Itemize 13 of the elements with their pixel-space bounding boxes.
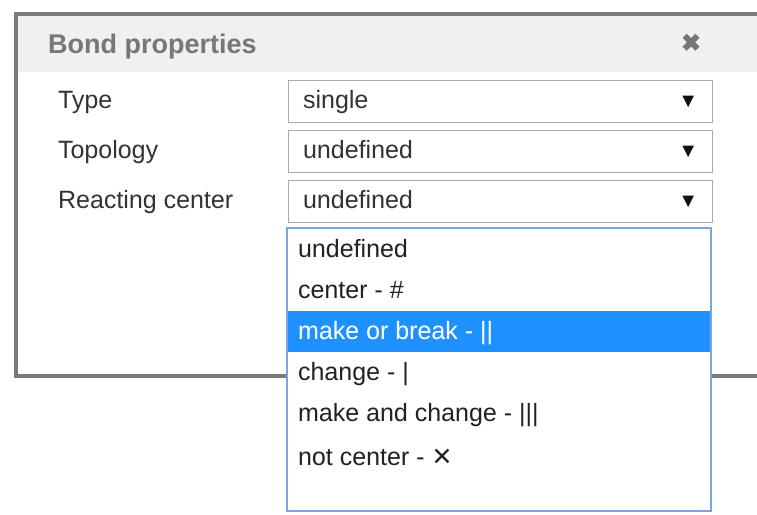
field-label: Type	[58, 85, 114, 116]
dropdown-option[interactable]: change - |	[288, 352, 710, 393]
dropdown-option[interactable]: center - #	[288, 270, 710, 311]
field-label: Topology	[58, 135, 160, 166]
close-icon[interactable]: ✖	[681, 32, 701, 56]
dropdown-option[interactable]: make and change - |||	[288, 393, 710, 434]
dropdown-option[interactable]: undefined	[288, 229, 710, 270]
select-field[interactable]: single ▼	[288, 80, 713, 122]
select-field[interactable]: undefined ▼	[288, 180, 713, 222]
dropdown-option[interactable]: not center - ✕	[288, 434, 710, 482]
dialog-title: Bond properties	[48, 28, 257, 61]
select-field[interactable]: undefined ▼	[288, 130, 713, 172]
field-label: Reacting center	[58, 185, 234, 216]
